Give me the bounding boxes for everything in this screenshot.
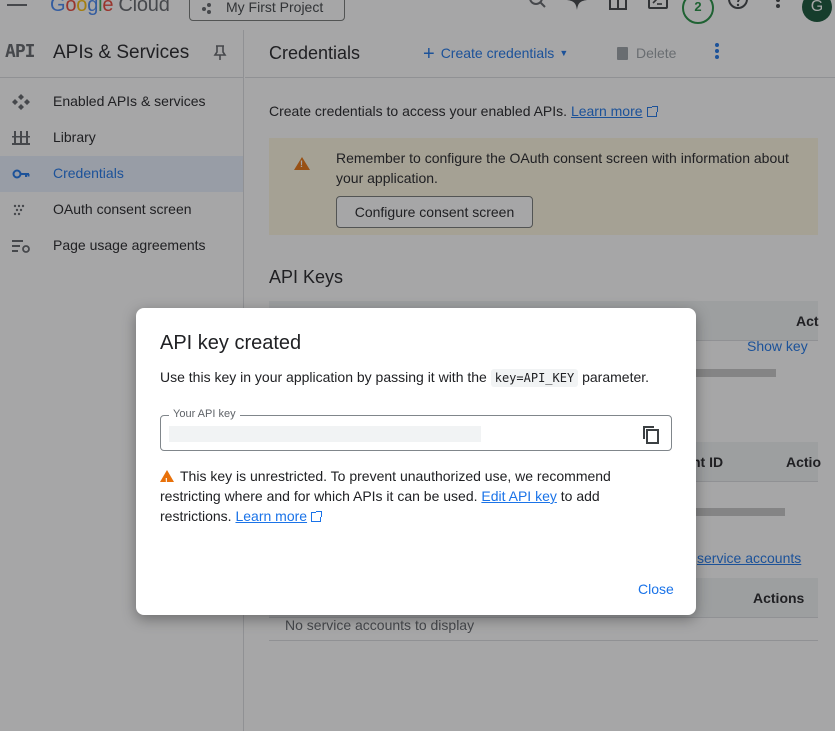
api-key-field-label: Your API key bbox=[169, 408, 240, 420]
api-key-created-dialog: API key created Use this key in your app… bbox=[136, 308, 696, 615]
unrestricted-key-warning: ! This key is unrestricted. To prevent un… bbox=[160, 466, 640, 526]
external-link-icon bbox=[311, 511, 323, 522]
api-key-param-code: key=API_KEY bbox=[490, 369, 579, 387]
dialog-desc-before: Use this key in your application by pass… bbox=[160, 369, 487, 385]
learn-more-link[interactable]: Learn more bbox=[235, 508, 307, 524]
dialog-description: Use this key in your application by pass… bbox=[160, 369, 650, 387]
warning-icon: ! bbox=[160, 470, 174, 486]
dialog-desc-after: parameter. bbox=[582, 369, 650, 385]
api-key-value-redacted[interactable] bbox=[169, 426, 481, 442]
close-button[interactable]: Close bbox=[638, 581, 674, 597]
copy-icon[interactable] bbox=[643, 426, 659, 444]
edit-api-key-link[interactable]: Edit API key bbox=[481, 488, 556, 504]
dialog-title: API key created bbox=[160, 332, 302, 354]
api-key-field[interactable]: Your API key bbox=[160, 408, 672, 451]
